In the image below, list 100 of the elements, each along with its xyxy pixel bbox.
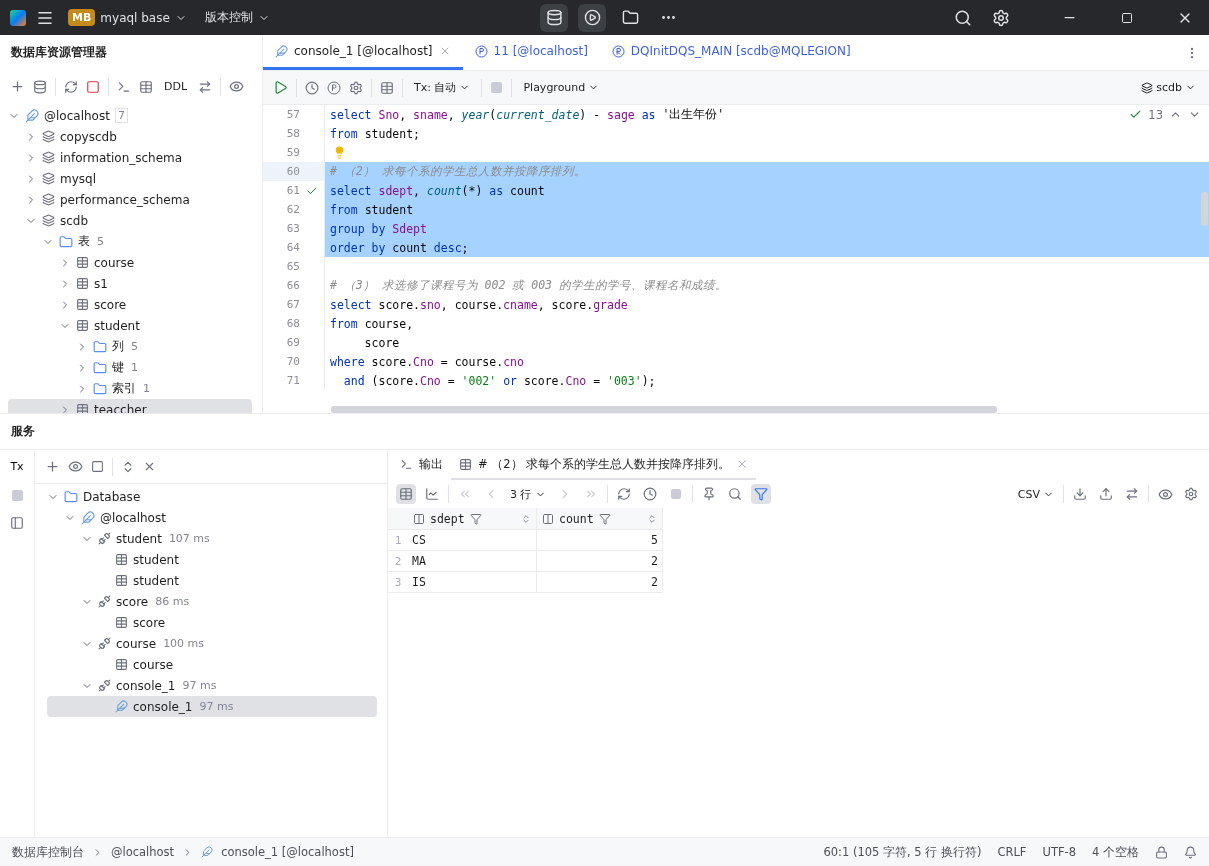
tree-label: s1	[94, 276, 108, 291]
tree-item[interactable]: course	[47, 654, 377, 675]
schema-dropdown[interactable]: scdb	[1138, 79, 1199, 96]
session-icon	[98, 595, 111, 608]
run-icon[interactable]	[273, 80, 288, 95]
editor-tab[interactable]: 11 [@localhost]	[462, 35, 600, 70]
status-item[interactable]: 4 个空格	[1092, 844, 1139, 860]
eye-icon[interactable]	[229, 79, 245, 94]
code-text: ,	[399, 107, 408, 122]
filter-icon[interactable]	[750, 484, 771, 504]
page-size-dropdown[interactable]: 3 行	[507, 484, 549, 504]
tree-label: scdb	[60, 213, 89, 228]
tree-item[interactable]: student	[47, 570, 377, 591]
column-header[interactable]: count	[537, 508, 663, 530]
status-item[interactable]: UTF-8	[1042, 845, 1076, 859]
tree-item[interactable]: scdb	[8, 210, 252, 231]
project-menu[interactable]: MB myaql base	[64, 5, 191, 30]
lock-icon[interactable]	[1155, 845, 1168, 859]
project-badge: MB	[68, 9, 96, 26]
tree-item[interactable]: 列 5	[8, 336, 252, 357]
horizontal-scrollbar[interactable]	[331, 406, 997, 413]
row-number: 3	[388, 572, 408, 593]
filter-icon[interactable]	[598, 512, 611, 525]
p-circle-icon[interactable]	[327, 80, 341, 95]
tree-item[interactable]: student	[8, 315, 252, 336]
tab-label: 11 [@localhost]	[493, 44, 588, 58]
refresh-icon[interactable]	[64, 79, 78, 94]
column-header[interactable]: sdept	[408, 508, 537, 530]
table-view-icon[interactable]	[396, 484, 416, 504]
code-text: desc	[433, 240, 462, 255]
status-item[interactable]: CRLF	[997, 845, 1027, 859]
panel-title: 数据库资源管理器	[10, 44, 108, 61]
tree-item[interactable]: score 86 ms	[47, 591, 377, 612]
editor-tab[interactable]: DQInitDQS_MAIN [scdb@MQLEGION]	[599, 35, 863, 70]
result-tab[interactable]: 输出	[392, 450, 451, 480]
new-tab-icon[interactable]	[91, 460, 104, 473]
add-icon[interactable]	[10, 79, 25, 94]
duration-text: 107 ms	[167, 532, 211, 545]
tree-item[interactable]: student 107 ms	[47, 528, 377, 549]
tree-label: teaccher	[94, 402, 147, 413]
code-text: select	[330, 183, 373, 198]
code-text: or	[503, 373, 518, 388]
tree-item[interactable]: course 100 ms	[47, 633, 377, 654]
tree-item[interactable]: score	[8, 294, 252, 315]
tree-label: console_1	[116, 678, 176, 693]
disconnect-icon[interactable]	[86, 79, 100, 94]
grid-icon[interactable]	[380, 80, 394, 95]
tree-label: console_1	[133, 699, 193, 714]
sort-icon[interactable]	[647, 513, 657, 524]
layout-icon[interactable]	[10, 516, 24, 530]
database-icon[interactable]	[540, 3, 569, 32]
app-logo[interactable]	[10, 9, 26, 26]
code-text: ) -	[579, 107, 602, 122]
tree-item[interactable]: course	[8, 252, 252, 273]
tree-item[interactable]: @localhost	[47, 507, 377, 528]
history-icon[interactable]	[305, 80, 319, 95]
tree-item[interactable]: teaccher	[8, 399, 252, 413]
mode-dropdown[interactable]: Playground	[520, 79, 603, 96]
format-dropdown[interactable]: CSV	[1014, 485, 1057, 503]
tree-item[interactable]: performance_schema	[8, 189, 252, 210]
tree-item[interactable]: 表 5	[8, 231, 252, 252]
add-icon[interactable]	[45, 459, 60, 474]
check-icon[interactable]	[1129, 108, 1143, 121]
ddl-button[interactable]: DDL	[161, 78, 191, 95]
code-text: student	[364, 202, 414, 217]
eye-icon[interactable]	[68, 459, 83, 474]
tree-item[interactable]: copyscdb	[8, 126, 252, 147]
vcs-menu[interactable]: 版本控制	[200, 5, 274, 30]
tree-label: student	[116, 531, 162, 546]
code-text: where	[330, 354, 366, 369]
console-icon[interactable]	[117, 79, 131, 94]
tree-item[interactable]: score	[47, 612, 377, 633]
tree-item[interactable]: mysql	[8, 168, 252, 189]
tree-item[interactable]: 索引 1	[8, 378, 252, 399]
filter-icon[interactable]	[469, 512, 482, 525]
vertical-scrollbar[interactable]	[1201, 192, 1208, 226]
schema-icon	[42, 130, 55, 143]
table-icon[interactable]	[139, 79, 153, 94]
status-item[interactable]: 60:1 (105 字符, 5 行 换行符)	[823, 844, 982, 860]
tree-item[interactable]: s1	[8, 273, 252, 294]
transaction-dropdown[interactable]: Tx: 自动	[411, 78, 474, 97]
tree-item[interactable]: information_schema	[8, 147, 252, 168]
breadcrumb[interactable]: 数据库控制台	[12, 844, 84, 860]
tree-item[interactable]: Database	[47, 486, 377, 507]
database-settings-icon[interactable]	[33, 79, 47, 94]
bell-icon[interactable]	[1184, 845, 1197, 859]
breadcrumb[interactable]: console_1 [@localhost]	[221, 845, 354, 859]
code-text: cname	[503, 297, 538, 312]
breadcrumb[interactable]: @localhost	[111, 845, 175, 859]
tree-label: student	[133, 573, 179, 588]
sort-icon[interactable]	[521, 513, 531, 524]
tree-item[interactable]: @localhost 7	[8, 105, 252, 126]
tree-item[interactable]: console_1 97 ms	[47, 696, 377, 717]
transaction-button[interactable]: Tx	[8, 458, 26, 475]
tree-item[interactable]: console_1 97 ms	[47, 675, 377, 696]
duration-text: 100 ms	[162, 637, 206, 650]
jump-icon[interactable]	[198, 79, 213, 94]
session-icon	[98, 679, 111, 692]
tree-item[interactable]: 键 1	[8, 357, 252, 378]
tree-item[interactable]: student	[47, 549, 377, 570]
